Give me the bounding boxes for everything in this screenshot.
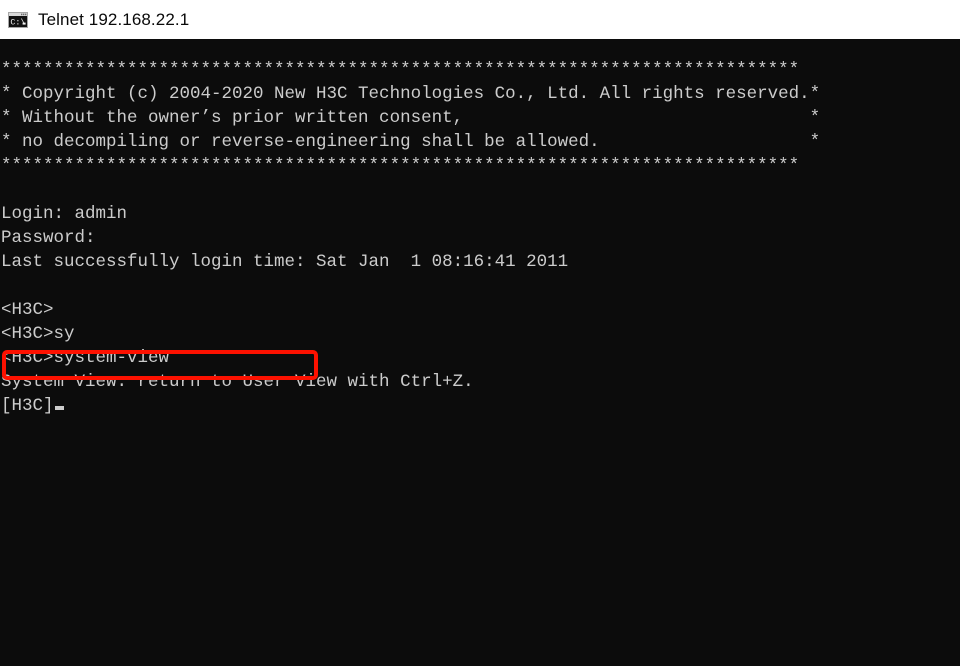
terminal-line: * Copyright (c) 2004-2020 New H3C Techno… [1,84,821,104]
terminal-line: <H3C>sy [1,324,75,344]
terminal-line: ****************************************… [1,60,800,80]
terminal-screen[interactable]: ****************************************… [0,39,960,666]
console-window-icon: C:\ [7,9,29,31]
terminal-line: System View: return to User View with Ct… [1,372,474,392]
terminal-line: [H3C] [1,394,960,418]
terminal-output: ****************************************… [0,39,960,418]
terminal-line: Password: [1,228,96,248]
terminal-line: <H3C>system-view [1,348,170,368]
window-title-text: Telnet 192.168.22.1 [38,9,190,29]
terminal-line: <H3C> [1,300,54,320]
text-cursor [54,406,64,410]
terminal-line: Last successfully login time: Sat Jan 1 … [1,252,569,272]
terminal-line: Login: admin [1,204,128,224]
window-title-bar: C:\ Telnet 192.168.22.1 [0,0,960,39]
terminal-line: ****************************************… [1,156,800,176]
terminal-line: * no decompiling or reverse-engineering … [1,132,821,152]
telnet-window: C:\ Telnet 192.168.22.1 ****************… [0,0,960,666]
terminal-line: * Without the owner’s prior written cons… [1,108,821,128]
